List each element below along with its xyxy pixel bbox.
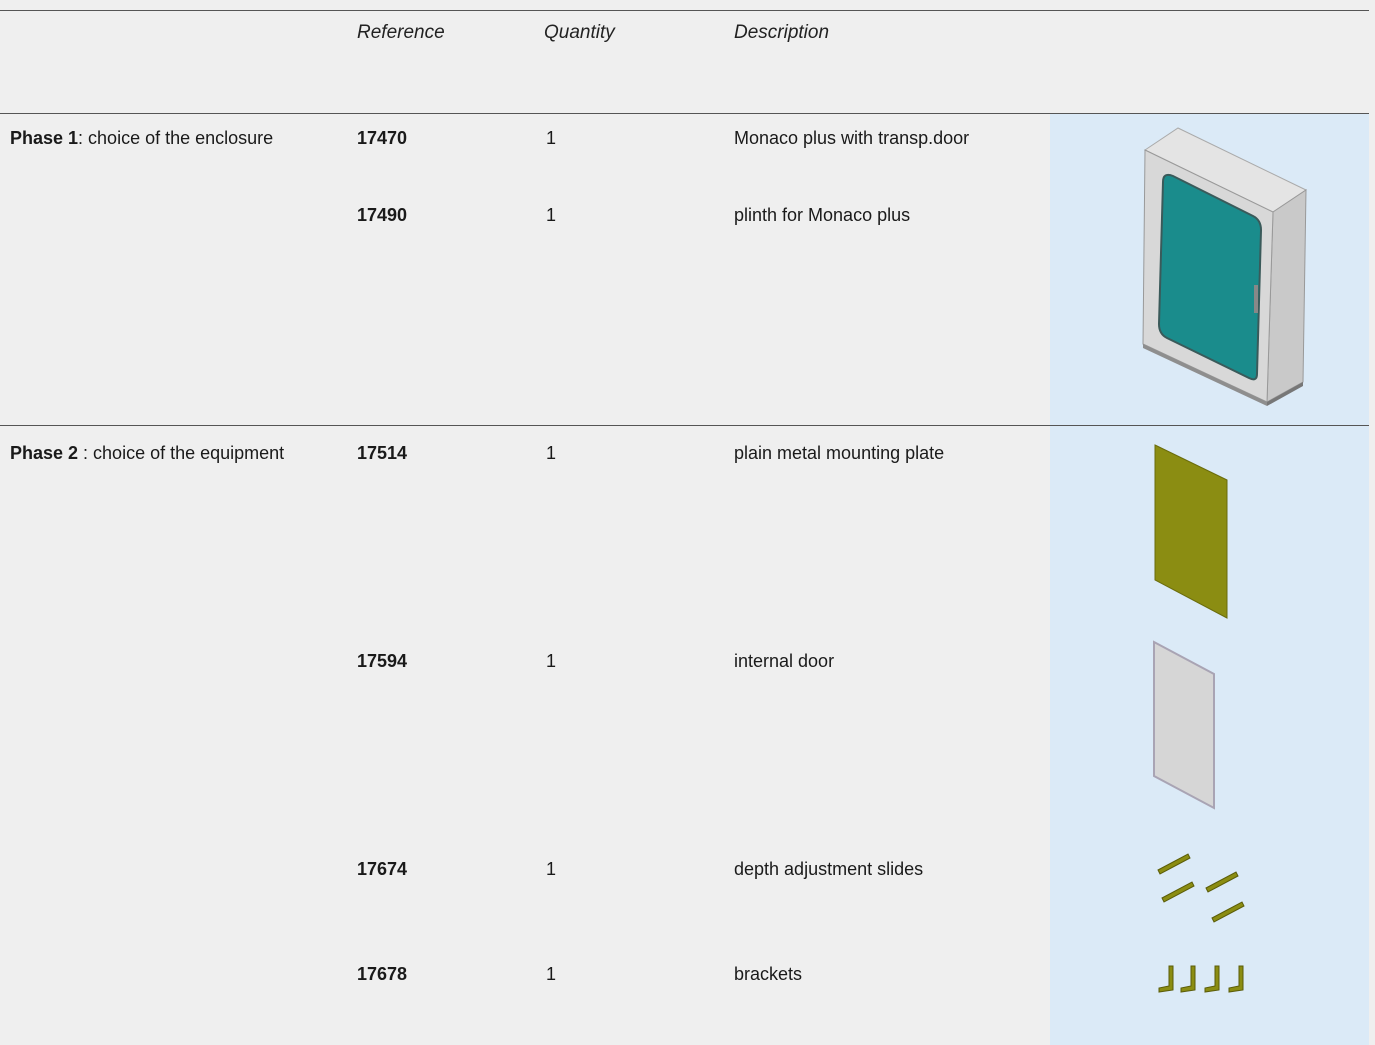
item-description: Monaco plus with transp.door xyxy=(734,128,970,148)
phase-2-label: Phase 2 xyxy=(10,443,79,463)
item-quantity: 1 xyxy=(546,205,557,225)
brackets-image xyxy=(1158,965,1244,993)
header-description: Description xyxy=(734,22,830,43)
item-quantity: 1 xyxy=(546,128,557,148)
item-description: depth adjustment slides xyxy=(734,859,924,879)
item-description: internal door xyxy=(734,651,835,671)
phase-2-title: Phase 2 : choice of the equipment xyxy=(10,443,284,464)
mounting-plate-image xyxy=(1154,444,1228,619)
item-quantity: 1 xyxy=(546,859,557,879)
phase-2-subtitle: : choice of the equipment xyxy=(78,443,285,463)
item-reference: 17490 xyxy=(357,205,408,225)
item-reference: 17470 xyxy=(357,128,408,148)
item-description: plinth for Monaco plus xyxy=(734,205,911,225)
item-reference: 17678 xyxy=(357,964,408,984)
item-description: brackets xyxy=(734,964,803,984)
item-quantity: 1 xyxy=(546,443,557,463)
phase-1-label: Phase 1 xyxy=(10,128,79,148)
item-reference: 17594 xyxy=(357,651,408,671)
internal-door-image xyxy=(1153,640,1215,810)
item-reference: 17674 xyxy=(357,859,408,879)
header-quantity: Quantity xyxy=(544,22,615,43)
top-rule xyxy=(0,10,1369,11)
item-quantity: 1 xyxy=(546,964,557,984)
phase-1-title: Phase 1: choice of the enclosure xyxy=(10,128,273,149)
header-reference: Reference xyxy=(357,22,445,43)
item-reference: 17514 xyxy=(357,443,408,463)
slides-image xyxy=(1157,853,1245,923)
item-description: plain metal mounting plate xyxy=(734,443,945,463)
item-quantity: 1 xyxy=(546,651,557,671)
enclosure-cabinet-image xyxy=(1142,127,1308,406)
phase-1-subtitle: : choice of the enclosure xyxy=(78,128,274,148)
